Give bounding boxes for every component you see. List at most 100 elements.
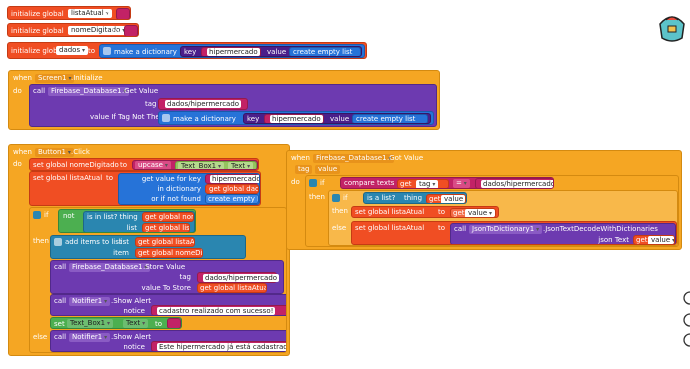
zoom-in-icon[interactable] xyxy=(683,313,690,327)
firebase-got-value-event[interactable]: when Firebase_Database1 .Got Value tag v… xyxy=(286,150,682,250)
global-listaAtual-block[interactable]: initialize global listaAtual to xyxy=(7,6,131,20)
textbox-text-getter[interactable]: Text_Box1 Text xyxy=(175,161,257,169)
show-alert-call-block[interactable]: call Notifier1 .Show Alert notice cadast… xyxy=(50,294,286,316)
set-listaAtual-json-block[interactable]: set global listaAtual to call JsonToDict… xyxy=(351,221,677,245)
key-string-block[interactable]: hipermercado xyxy=(205,174,259,184)
get-lista-block[interactable]: get global listaAtual xyxy=(135,237,195,247)
gear-icon[interactable] xyxy=(103,47,111,55)
key-string-block[interactable]: hipermercado xyxy=(201,47,261,56)
upcase-dropdown[interactable]: upcase xyxy=(135,161,171,169)
set-listaAtual-block[interactable]: set global listaAtual to get value for k… xyxy=(29,171,261,206)
notice-string-block[interactable]: Este hipermercado já está cadastrado xyxy=(151,341,286,351)
add-items-block[interactable]: add items to list list get global listaA… xyxy=(50,235,246,259)
json-dropdown[interactable]: JsonToDictionary1 xyxy=(469,225,543,234)
or-not-found-label: or if not found xyxy=(151,195,201,203)
gear-icon[interactable] xyxy=(332,194,340,202)
get-value-block[interactable]: get value xyxy=(450,208,496,217)
when-label: when xyxy=(13,148,32,156)
tag-string-block[interactable]: dados/hipermercado xyxy=(158,98,248,110)
get-value-block[interactable]: get value xyxy=(426,194,466,203)
equals-dropdown[interactable]: = xyxy=(453,179,470,188)
create-empty-list-block[interactable]: create empty list xyxy=(352,114,428,123)
gear-icon[interactable] xyxy=(309,179,317,187)
zoom-out-icon[interactable] xyxy=(683,333,690,347)
get-lista-block[interactable]: get global listaAtual xyxy=(142,223,190,232)
get-nome-block[interactable]: get global nomeDigitado xyxy=(142,212,194,222)
if-label: if xyxy=(44,211,49,219)
create-empty-list-block[interactable]: create empty list xyxy=(205,194,259,204)
gear-icon[interactable] xyxy=(33,211,41,219)
gear-icon[interactable] xyxy=(162,114,170,122)
tag-dropdown[interactable]: tag xyxy=(416,180,439,188)
tag-param[interactable]: tag xyxy=(295,165,313,174)
get-nome-block[interactable]: get global nomeDigitado xyxy=(135,248,203,258)
zoom-reset-icon[interactable] xyxy=(683,291,690,305)
db-dropdown[interactable]: Firebase_Database1 xyxy=(313,154,395,163)
notice-text: Este hipermercado já está cadastrado xyxy=(157,343,286,351)
is-a-list-block[interactable]: is a list? thing get value xyxy=(363,192,467,204)
get-lista-block[interactable]: get global listaAtual xyxy=(197,283,267,293)
create-empty-list-block[interactable]: create empty list xyxy=(289,47,361,56)
show-alert-else-block[interactable]: call Notifier1 .Show Alert notice Este h… xyxy=(50,330,286,352)
text-prop-dropdown[interactable]: Text xyxy=(123,319,149,328)
value-dropdown[interactable]: value xyxy=(465,209,495,217)
key-string-block[interactable]: hipermercado xyxy=(264,114,324,123)
if-else-block[interactable]: if not is in list? thing get global nome… xyxy=(29,207,287,353)
get-value-for-key-block[interactable]: get value for key hipermercado in dictio… xyxy=(118,173,260,205)
component-dropdown[interactable]: Button1 xyxy=(35,148,74,157)
value-param[interactable]: value xyxy=(315,165,341,174)
button1-click-event[interactable]: when Button1 .Click do set global nomeDi… xyxy=(8,144,290,356)
if-else-block[interactable]: if compare texts get tag = dados/hiperme… xyxy=(305,175,679,247)
var-name-field[interactable]: nomeDigitado xyxy=(68,26,129,35)
get-tag-block[interactable]: get tag xyxy=(397,179,449,188)
set-nomeDigitado-block[interactable]: set global nomeDigitado to upcase Text_B… xyxy=(29,158,259,171)
key-label: key xyxy=(184,48,197,56)
notifier-dropdown[interactable]: Notifier1 xyxy=(69,333,111,342)
screen1-initialize-event[interactable]: when Screen1 .Initialize do call Firebas… xyxy=(8,70,440,130)
compare-texts-block[interactable]: compare texts get tag = dados/hipermerca… xyxy=(340,177,554,189)
db-dropdown[interactable]: Firebase_Database1 xyxy=(48,87,130,96)
set-label: set global listaAtual xyxy=(355,208,425,216)
create-empty-list-label: create empty list xyxy=(356,115,416,123)
get-label: get xyxy=(453,209,465,217)
get-dados-label: get global dados xyxy=(209,185,258,193)
to-label: to xyxy=(106,174,114,182)
tag-string-block[interactable]: dados/hipermercado xyxy=(197,272,280,283)
get-dados-block[interactable]: get global dados xyxy=(205,184,259,194)
gear-icon[interactable] xyxy=(54,238,62,246)
make-dictionary-block[interactable]: make a dictionary key hipermercado value… xyxy=(158,111,434,125)
get-lista-label: get global listaAtual xyxy=(145,224,190,232)
store-value-call-block[interactable]: call Firebase_Database1 .Store Value tag… xyxy=(50,260,284,294)
textbox-dropdown[interactable]: Text_Box1 xyxy=(67,319,114,328)
nested-if-else-block[interactable]: if is a list? thing get value then set g… xyxy=(328,190,678,246)
set-textbox-text-block[interactable]: set Text_Box1 Text to xyxy=(50,317,182,329)
pair-block[interactable]: key hipermercado value create empty list xyxy=(243,113,431,124)
tag-string-block[interactable]: dados/hipermercado xyxy=(475,178,553,188)
zoom-controls[interactable] xyxy=(680,290,690,350)
pair-block[interactable]: key hipermercado value create empty list xyxy=(180,46,362,57)
db-dropdown[interactable]: Firebase_Database1 xyxy=(69,263,151,272)
textbox-dropdown[interactable]: Text_Box1 xyxy=(178,162,225,169)
item-label: item xyxy=(113,249,129,257)
set-listaAtual-block[interactable]: set global listaAtual to get value xyxy=(351,206,499,218)
text-prop-dropdown[interactable]: Text xyxy=(228,162,254,169)
is-in-list-block[interactable]: is in list? thing get global nomeDigitad… xyxy=(83,211,195,232)
get-value-block[interactable]: get value xyxy=(633,235,675,244)
make-dictionary-block[interactable]: make a dictionary key hipermercado value… xyxy=(99,44,365,58)
value-dropdown[interactable]: value xyxy=(441,195,465,203)
var-name-field[interactable]: dados xyxy=(56,46,89,55)
empty-string-block[interactable] xyxy=(124,25,138,36)
get-value-call-block[interactable]: call Firebase_Database1 .Get Value tag d… xyxy=(29,84,437,127)
component-dropdown[interactable]: Screen1 xyxy=(35,74,75,83)
not-block[interactable]: not is in list? thing get global nomeDig… xyxy=(58,209,196,233)
empty-string-block[interactable] xyxy=(167,318,181,328)
backpack-icon[interactable] xyxy=(656,8,688,48)
empty-string-block[interactable] xyxy=(116,8,130,19)
upcase-block[interactable]: upcase Text_Box1 Text xyxy=(132,160,258,170)
value-dropdown[interactable]: value xyxy=(648,236,674,244)
json-decode-call-block[interactable]: call JsonToDictionary1 .JsonTextDecodeWi… xyxy=(450,223,676,244)
notice-string-block[interactable]: cadastro realizado com sucesso! xyxy=(151,305,286,315)
global-dados-block[interactable]: initialize global dados to make a dictio… xyxy=(7,42,367,59)
notifier-dropdown[interactable]: Notifier1 xyxy=(69,297,111,306)
global-nomeDigitado-block[interactable]: initialize global nomeDigitado to xyxy=(7,23,139,37)
